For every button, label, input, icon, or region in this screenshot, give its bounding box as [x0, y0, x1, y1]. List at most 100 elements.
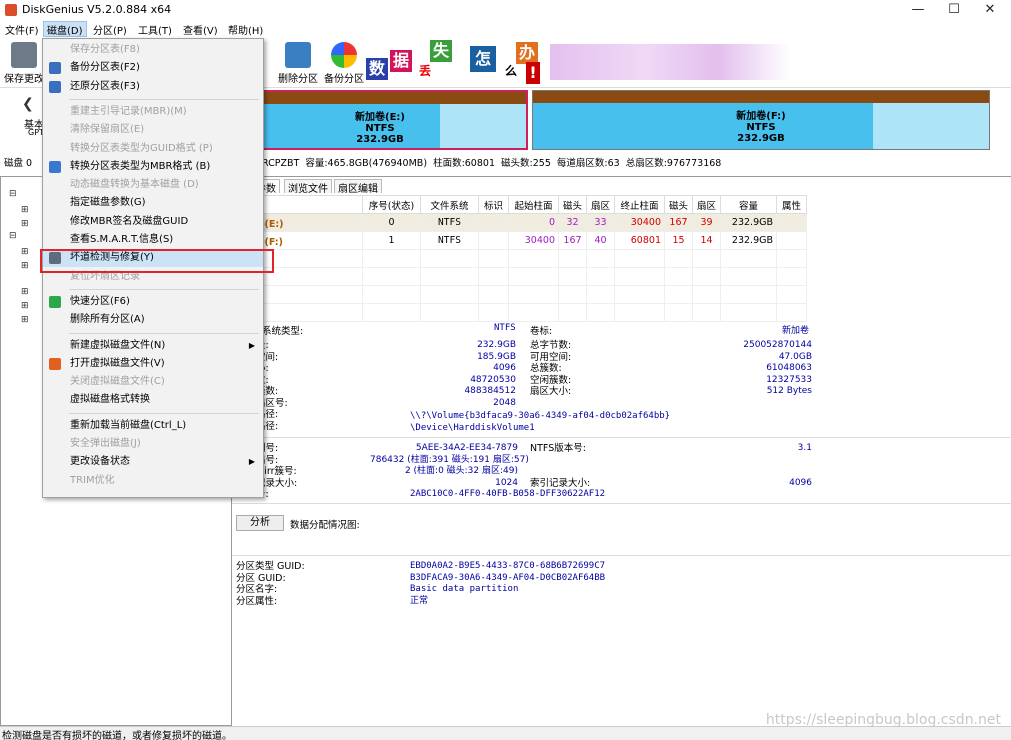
- menu-item[interactable]: 备份分区表(F2): [43, 59, 263, 77]
- table-row[interactable]: 新加卷(E:) 0 NTFS 0 32 33 30400 167 39 232.…: [232, 213, 807, 232]
- disk-info-text: RCPZBT 容量:465.8GB(476940MB) 柱面数:60801 磁头…: [262, 158, 722, 169]
- menu-item[interactable]: 更改设备状态 ▶: [43, 453, 263, 471]
- device-path: \Device\HarddiskVolume1: [410, 423, 535, 433]
- fs-type-label: 系统类型:: [262, 326, 304, 337]
- menu-item[interactable]: 查看S.M.A.R.T.信息(S): [43, 231, 263, 249]
- menu-item[interactable]: 指定磁盘参数(G): [43, 194, 263, 212]
- delete-partition-button[interactable]: 删除分区: [276, 42, 320, 85]
- menu-file[interactable]: 文件(F): [2, 22, 42, 37]
- tree-expander[interactable]: ⊟: [9, 189, 17, 199]
- menu-item-label: TRIM优化: [70, 474, 115, 486]
- submenu-arrow-icon: ▶: [248, 340, 255, 350]
- col-header: 标识: [478, 195, 509, 214]
- fs-type-value: NTFS: [494, 323, 516, 333]
- tree-expander[interactable]: ⊞: [21, 247, 29, 257]
- volume-path: \\?\Volume{b3dfaca9-30a6-4349-af04-d0cb0…: [410, 411, 671, 421]
- partition-block-f[interactable]: 新加卷(F:) NTFS 232.9GB: [532, 90, 990, 150]
- menu-separator: [69, 288, 259, 290]
- menu-item[interactable]: 保存分区表(F8): [43, 41, 263, 59]
- ntfs-right-values: 3.1 4096: [789, 443, 812, 488]
- tab-browse-files[interactable]: 浏览文件: [284, 179, 332, 195]
- tree-expander[interactable]: ⊞: [21, 205, 29, 215]
- menu-item-label: 转换分区表类型为MBR格式 (B): [70, 160, 211, 172]
- menu-item[interactable]: 转换分区表类型为GUID格式 (P): [43, 140, 263, 158]
- ntfs-left-labels: 列号: 扇号: Mirr簇号: 记录大小: 号:: [256, 443, 298, 500]
- ad-tile: !: [526, 62, 540, 84]
- menu-item[interactable]: 打开虚拟磁盘文件(V): [43, 355, 263, 373]
- menu-item[interactable]: 新建虚拟磁盘文件(N) ▶: [43, 337, 263, 355]
- tree-expander[interactable]: ⊞: [21, 287, 29, 297]
- menu-view[interactable]: 查看(V): [180, 22, 221, 37]
- ntfs-guid-value: 2ABC10C0-4FF0-40FB-B058-DFF30622AF12: [410, 489, 606, 499]
- tab-sector-edit[interactable]: 扇区编辑: [334, 179, 382, 195]
- backup-partition-button[interactable]: 备份分区: [322, 42, 366, 85]
- menu-item[interactable]: 删除所有分区(A): [43, 311, 263, 329]
- trash-icon: [285, 42, 311, 68]
- submenu-arrow-icon: ▶: [248, 457, 255, 467]
- partition-table: 序号(状态) 文件系统 标识 起始柱面 磁头 扇区 终止柱面 磁头 扇区 容量 …: [232, 195, 807, 322]
- col-header: 磁头: [664, 195, 693, 214]
- nav-back-arrow[interactable]: ❮: [22, 96, 34, 112]
- menu-item[interactable]: 快速分区(F6): [43, 293, 263, 311]
- menu-item[interactable]: 还原分区表(F3): [43, 78, 263, 96]
- menu-item-label: 关闭虚拟磁盘文件(C): [70, 376, 165, 388]
- allocation-map-label: 数据分配情况图:: [290, 520, 360, 531]
- menu-item-label: 更改设备状态: [70, 456, 130, 468]
- menu-tools[interactable]: 工具(T): [135, 22, 175, 37]
- menu-item-label: 安全弹出磁盘(J): [70, 438, 141, 449]
- menu-item[interactable]: 关闭虚拟磁盘文件(C): [43, 373, 263, 391]
- menu-item[interactable]: 虚拟磁盘格式转换: [43, 391, 263, 409]
- close-button[interactable]: ✕: [970, 0, 1010, 20]
- volume-label-value: 新加卷: [782, 326, 810, 336]
- ad-tile: 怎: [470, 46, 496, 72]
- partition-block-e[interactable]: 新加卷(E:) NTFS 232.9GB: [232, 90, 528, 150]
- menu-item-label: 备份分区表(F2): [70, 62, 140, 74]
- table-row[interactable]: 新加卷(F:) 1 NTFS 30400 167 40 60801 15 14 …: [232, 231, 807, 250]
- menu-item[interactable]: 修改MBR签名及磁盘GUID: [43, 213, 263, 231]
- menu-item[interactable]: 重新加载当前磁盘(Ctrl_L): [43, 417, 263, 435]
- tree-expander[interactable]: ⊞: [21, 261, 29, 271]
- menu-item-label: 转换分区表类型为GUID格式 (P): [70, 142, 213, 154]
- save-label: 保存更改: [4, 74, 44, 85]
- disk-map: 新加卷(E:) NTFS 232.9GB 新加卷(F:) NTFS 232.9G…: [232, 90, 990, 152]
- maximize-button[interactable]: ☐: [934, 0, 974, 20]
- menu-item-label: 重建主引导记录(MBR)(M): [70, 105, 187, 117]
- menu-item-icon: [49, 160, 61, 173]
- menu-partition[interactable]: 分区(P): [90, 22, 130, 37]
- menu-item[interactable]: 清除保留扇区(E): [43, 121, 263, 139]
- save-changes-button[interactable]: 保存更改: [2, 42, 46, 85]
- menu-item-label: 打开虚拟磁盘文件(V): [70, 357, 165, 369]
- tree-expander[interactable]: ⊞: [21, 315, 29, 325]
- blurred-ad: [550, 44, 790, 80]
- menu-item[interactable]: 动态磁盘转换为基本磁盘 (D): [43, 176, 263, 194]
- detail-left-labels: 量: 空间: 小: 数: 簇数: 扇区号: 路径: 路径:: [256, 340, 288, 432]
- app-icon: [5, 4, 17, 16]
- minimize-button[interactable]: —: [898, 0, 938, 20]
- menu-item-icon: [49, 80, 61, 93]
- divider: [232, 503, 1011, 504]
- title-bar: DiskGenius V5.2.0.884 x64 — ☐ ✕: [0, 0, 1011, 20]
- tree-expander[interactable]: ⊟: [9, 231, 17, 241]
- ad-banner[interactable]: 数 据 丢 失 怎 么 办 !: [366, 38, 548, 84]
- analyze-button[interactable]: 分析: [236, 515, 284, 531]
- menu-item[interactable]: 安全弹出磁盘(J): [43, 435, 263, 453]
- volume-label-key: 卷标:: [530, 326, 553, 337]
- tree-expander[interactable]: ⊞: [21, 219, 29, 229]
- col-header: 文件系统: [420, 195, 479, 214]
- menu-help[interactable]: 帮助(H): [225, 22, 266, 37]
- menu-item[interactable]: 重建主引导记录(MBR)(M): [43, 103, 263, 121]
- menu-item[interactable]: 转换分区表类型为MBR格式 (B): [43, 158, 263, 176]
- divider: [232, 555, 1011, 556]
- status-text: 检测磁盘是否有损坏的磁道，或者修复损坏的磁道。: [2, 731, 232, 740]
- highlight-outline: [40, 249, 274, 273]
- backup-icon: [331, 42, 357, 68]
- col-header: 终止柱面: [614, 195, 665, 214]
- guid-values: EBD0A0A2-B9E5-4433-87C0-68B6B72699C7 B3D…: [410, 561, 606, 606]
- menu-item[interactable]: TRIM优化: [43, 472, 263, 490]
- ad-tile: 办: [516, 42, 538, 64]
- menu-separator: [69, 98, 259, 100]
- ntfs-left-values: 5AEE-34A2-EE34-7879 786432 (柱面:391 磁头:19…: [370, 443, 529, 488]
- tree-expander[interactable]: ⊞: [21, 301, 29, 311]
- menu-disk[interactable]: 磁盘(D): [43, 21, 87, 37]
- menu-item-icon: [49, 62, 61, 75]
